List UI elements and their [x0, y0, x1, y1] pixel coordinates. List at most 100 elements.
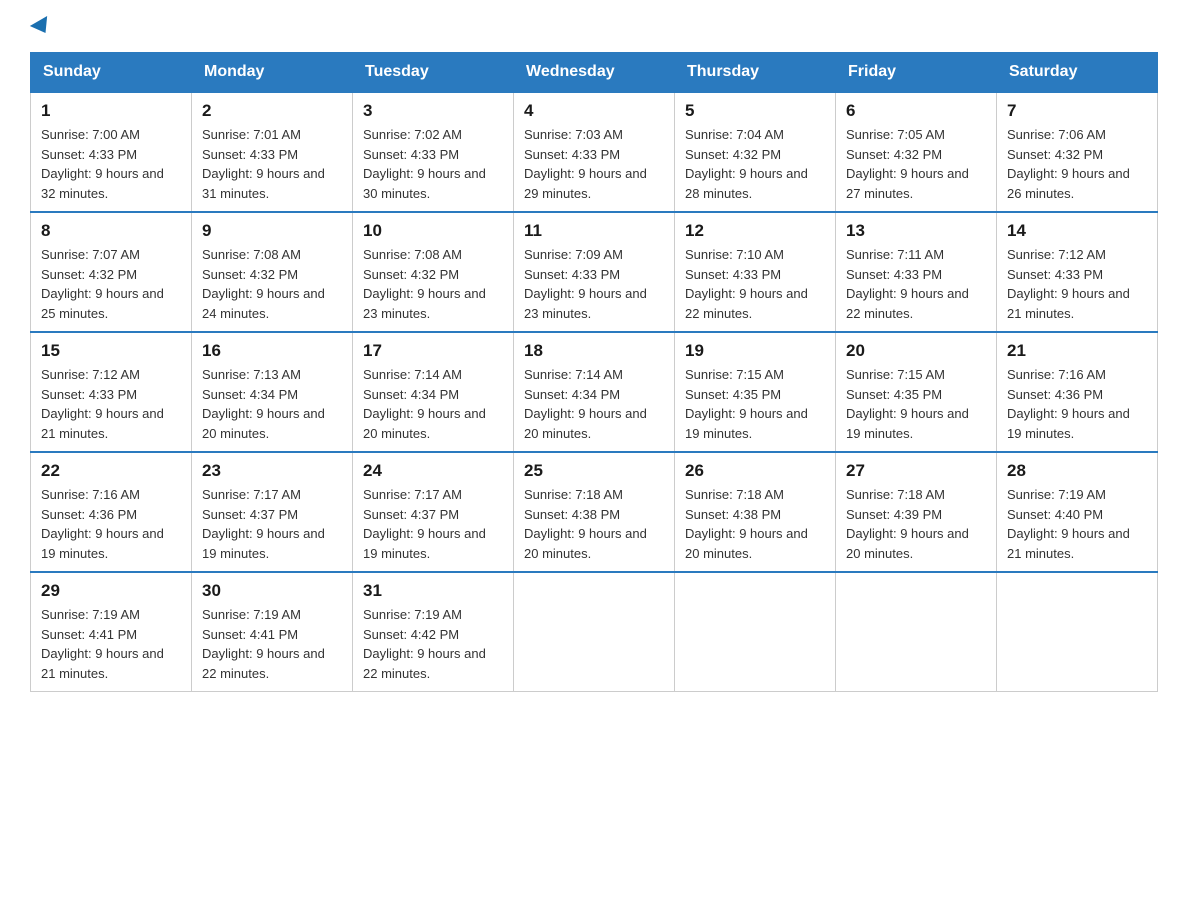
calendar-week-row: 1 Sunrise: 7:00 AMSunset: 4:33 PMDaylight…: [31, 92, 1158, 212]
day-info: Sunrise: 7:15 AMSunset: 4:35 PMDaylight:…: [846, 365, 986, 443]
day-number: 28: [1007, 461, 1147, 481]
day-number: 13: [846, 221, 986, 241]
day-number: 22: [41, 461, 181, 481]
day-number: 21: [1007, 341, 1147, 361]
day-info: Sunrise: 7:16 AMSunset: 4:36 PMDaylight:…: [41, 485, 181, 563]
day-number: 9: [202, 221, 342, 241]
calendar-cell: 15 Sunrise: 7:12 AMSunset: 4:33 PMDayligh…: [31, 332, 192, 452]
day-number: 10: [363, 221, 503, 241]
day-info: Sunrise: 7:03 AMSunset: 4:33 PMDaylight:…: [524, 125, 664, 203]
day-number: 20: [846, 341, 986, 361]
calendar-cell: 7Sunrise: 7:06 AMSunset: 4:32 PMDaylight…: [997, 92, 1158, 212]
day-number: 5: [685, 101, 825, 121]
calendar-cell: 10 Sunrise: 7:08 AMSunset: 4:32 PMDayligh…: [353, 212, 514, 332]
logo: [30, 20, 52, 34]
calendar-cell: 28Sunrise: 7:19 AMSunset: 4:40 PMDayligh…: [997, 452, 1158, 572]
day-number: 4: [524, 101, 664, 121]
calendar-week-row: 15 Sunrise: 7:12 AMSunset: 4:33 PMDayligh…: [31, 332, 1158, 452]
day-info: Sunrise: 7:10 AMSunset: 4:33 PMDaylight:…: [685, 245, 825, 323]
calendar-cell: 4 Sunrise: 7:03 AMSunset: 4:33 PMDaylight…: [514, 92, 675, 212]
calendar-cell: 6Sunrise: 7:05 AMSunset: 4:32 PMDaylight…: [836, 92, 997, 212]
calendar-cell: 19 Sunrise: 7:15 AMSunset: 4:35 PMDayligh…: [675, 332, 836, 452]
calendar-cell: 14 Sunrise: 7:12 AMSunset: 4:33 PMDayligh…: [997, 212, 1158, 332]
day-number: 14: [1007, 221, 1147, 241]
logo-triangle-icon: [30, 16, 54, 38]
day-info: Sunrise: 7:04 AMSunset: 4:32 PMDaylight:…: [685, 125, 825, 203]
day-number: 31: [363, 581, 503, 601]
day-info: Sunrise: 7:12 AMSunset: 4:33 PMDaylight:…: [41, 365, 181, 443]
header-day-sunday: Sunday: [31, 53, 192, 93]
day-info: Sunrise: 7:17 AMSunset: 4:37 PMDaylight:…: [363, 485, 503, 563]
day-number: 30: [202, 581, 342, 601]
calendar-cell: 5 Sunrise: 7:04 AMSunset: 4:32 PMDaylight…: [675, 92, 836, 212]
day-info: Sunrise: 7:02 AMSunset: 4:33 PMDaylight:…: [363, 125, 503, 203]
header-day-saturday: Saturday: [997, 53, 1158, 93]
calendar-cell: 18 Sunrise: 7:14 AMSunset: 4:34 PMDayligh…: [514, 332, 675, 452]
calendar-cell: 27 Sunrise: 7:18 AMSunset: 4:39 PMDayligh…: [836, 452, 997, 572]
calendar-cell: 26 Sunrise: 7:18 AMSunset: 4:38 PMDayligh…: [675, 452, 836, 572]
day-info: Sunrise: 7:18 AMSunset: 4:38 PMDaylight:…: [524, 485, 664, 563]
calendar-cell: 29 Sunrise: 7:19 AMSunset: 4:41 PMDayligh…: [31, 572, 192, 692]
calendar-cell: 22 Sunrise: 7:16 AMSunset: 4:36 PMDayligh…: [31, 452, 192, 572]
day-info: Sunrise: 7:19 AMSunset: 4:41 PMDaylight:…: [41, 605, 181, 683]
day-info: Sunrise: 7:12 AMSunset: 4:33 PMDaylight:…: [1007, 245, 1147, 323]
calendar-week-row: 22 Sunrise: 7:16 AMSunset: 4:36 PMDayligh…: [31, 452, 1158, 572]
calendar-cell: 31 Sunrise: 7:19 AMSunset: 4:42 PMDayligh…: [353, 572, 514, 692]
calendar-cell: [675, 572, 836, 692]
day-info: Sunrise: 7:14 AMSunset: 4:34 PMDaylight:…: [363, 365, 503, 443]
day-info: Sunrise: 7:11 AMSunset: 4:33 PMDaylight:…: [846, 245, 986, 323]
calendar-cell: 8 Sunrise: 7:07 AMSunset: 4:32 PMDaylight…: [31, 212, 192, 332]
calendar-cell: 2 Sunrise: 7:01 AMSunset: 4:33 PMDaylight…: [192, 92, 353, 212]
header-day-monday: Monday: [192, 53, 353, 93]
day-number: 2: [202, 101, 342, 121]
calendar-cell: [514, 572, 675, 692]
calendar-cell: 3 Sunrise: 7:02 AMSunset: 4:33 PMDaylight…: [353, 92, 514, 212]
calendar-cell: 1 Sunrise: 7:00 AMSunset: 4:33 PMDaylight…: [31, 92, 192, 212]
day-info: Sunrise: 7:00 AMSunset: 4:33 PMDaylight:…: [41, 125, 181, 203]
day-number: 26: [685, 461, 825, 481]
day-number: 24: [363, 461, 503, 481]
day-number: 7: [1007, 101, 1147, 121]
day-number: 3: [363, 101, 503, 121]
calendar-table: SundayMondayTuesdayWednesdayThursdayFrid…: [30, 52, 1158, 692]
day-info: Sunrise: 7:16 AMSunset: 4:36 PMDaylight:…: [1007, 365, 1147, 443]
day-number: 17: [363, 341, 503, 361]
day-number: 23: [202, 461, 342, 481]
day-number: 16: [202, 341, 342, 361]
day-number: 1: [41, 101, 181, 121]
day-number: 29: [41, 581, 181, 601]
day-number: 11: [524, 221, 664, 241]
calendar-cell: 20 Sunrise: 7:15 AMSunset: 4:35 PMDayligh…: [836, 332, 997, 452]
calendar-cell: 24 Sunrise: 7:17 AMSunset: 4:37 PMDayligh…: [353, 452, 514, 572]
day-info: Sunrise: 7:01 AMSunset: 4:33 PMDaylight:…: [202, 125, 342, 203]
header-day-thursday: Thursday: [675, 53, 836, 93]
day-number: 15: [41, 341, 181, 361]
calendar-cell: 30Sunrise: 7:19 AMSunset: 4:41 PMDayligh…: [192, 572, 353, 692]
calendar-cell: 12Sunrise: 7:10 AMSunset: 4:33 PMDayligh…: [675, 212, 836, 332]
day-info: Sunrise: 7:08 AMSunset: 4:32 PMDaylight:…: [363, 245, 503, 323]
calendar-cell: 13 Sunrise: 7:11 AMSunset: 4:33 PMDayligh…: [836, 212, 997, 332]
header-day-friday: Friday: [836, 53, 997, 93]
day-info: Sunrise: 7:15 AMSunset: 4:35 PMDaylight:…: [685, 365, 825, 443]
day-info: Sunrise: 7:14 AMSunset: 4:34 PMDaylight:…: [524, 365, 664, 443]
day-info: Sunrise: 7:19 AMSunset: 4:42 PMDaylight:…: [363, 605, 503, 683]
calendar-cell: 21 Sunrise: 7:16 AMSunset: 4:36 PMDayligh…: [997, 332, 1158, 452]
day-info: Sunrise: 7:18 AMSunset: 4:38 PMDaylight:…: [685, 485, 825, 563]
day-number: 8: [41, 221, 181, 241]
calendar-cell: [836, 572, 997, 692]
calendar-cell: 17 Sunrise: 7:14 AMSunset: 4:34 PMDayligh…: [353, 332, 514, 452]
calendar-cell: [997, 572, 1158, 692]
calendar-header-row: SundayMondayTuesdayWednesdayThursdayFrid…: [31, 53, 1158, 93]
day-number: 18: [524, 341, 664, 361]
calendar-cell: 25Sunrise: 7:18 AMSunset: 4:38 PMDayligh…: [514, 452, 675, 572]
header: [30, 20, 1158, 34]
calendar-cell: 11Sunrise: 7:09 AMSunset: 4:33 PMDayligh…: [514, 212, 675, 332]
header-day-tuesday: Tuesday: [353, 53, 514, 93]
day-info: Sunrise: 7:17 AMSunset: 4:37 PMDaylight:…: [202, 485, 342, 563]
day-number: 27: [846, 461, 986, 481]
day-info: Sunrise: 7:07 AMSunset: 4:32 PMDaylight:…: [41, 245, 181, 323]
day-info: Sunrise: 7:05 AMSunset: 4:32 PMDaylight:…: [846, 125, 986, 203]
calendar-week-row: 8 Sunrise: 7:07 AMSunset: 4:32 PMDaylight…: [31, 212, 1158, 332]
day-number: 19: [685, 341, 825, 361]
day-info: Sunrise: 7:18 AMSunset: 4:39 PMDaylight:…: [846, 485, 986, 563]
